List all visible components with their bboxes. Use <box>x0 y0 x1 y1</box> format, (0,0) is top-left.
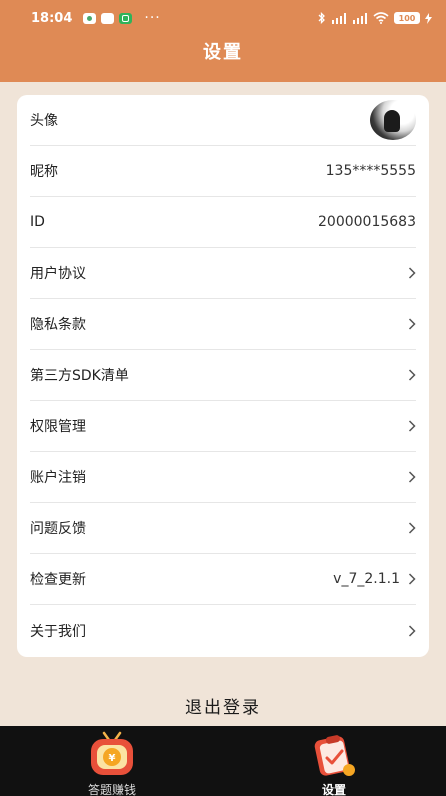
tab-settings[interactable]: 设置 <box>274 726 394 796</box>
signal-icon-2 <box>353 12 367 24</box>
id-label: ID <box>30 214 45 230</box>
status-time: 18:04 <box>31 10 73 26</box>
chevron-right-icon <box>408 420 416 432</box>
tab-quiz[interactable]: ¥ 答题赚钱 <box>52 726 172 796</box>
tv-coin-icon: ¥ <box>91 731 133 775</box>
top-header: 18:04 ··· 100 设置 <box>0 0 446 82</box>
chevron-right-icon <box>408 624 416 637</box>
chevron-right-icon <box>408 267 416 279</box>
avatar[interactable] <box>370 100 416 140</box>
user-agreement-label: 用户协议 <box>30 266 86 282</box>
user-agreement-row[interactable]: 用户协议 <box>30 248 416 299</box>
chevron-right-icon <box>408 573 416 585</box>
signal-icon <box>332 12 346 24</box>
tab-quiz-label: 答题赚钱 <box>87 783 136 796</box>
about-us-row[interactable]: 关于我们 <box>30 605 416 656</box>
chevron-right-icon <box>408 318 416 330</box>
charging-icon <box>425 12 432 24</box>
bluetooth-icon <box>318 12 325 24</box>
id-value: 20000015683 <box>318 214 416 230</box>
feedback-label: 问题反馈 <box>30 521 86 537</box>
chevron-right-icon <box>408 369 416 381</box>
avatar-label: 头像 <box>30 113 58 129</box>
svg-text:¥: ¥ <box>109 753 116 764</box>
tab-settings-label: 设置 <box>321 783 346 796</box>
battery-level: 100 <box>398 13 416 23</box>
app-notification-icon <box>83 12 97 24</box>
gallery-notification-icon <box>101 12 115 24</box>
id-row: ID 20000015683 <box>30 197 416 248</box>
chevron-right-icon <box>408 522 416 534</box>
privacy-policy-row[interactable]: 隐私条款 <box>30 299 416 350</box>
about-us-label: 关于我们 <box>30 623 86 640</box>
nickname-value: 135****5555 <box>325 163 416 179</box>
sdk-list-row[interactable]: 第三方SDK清单 <box>30 350 416 401</box>
bottom-tab-bar: ¥ 答题赚钱 设置 <box>0 726 446 796</box>
battery-icon: 100 <box>394 12 420 24</box>
nickname-row[interactable]: 昵称 135****5555 <box>30 146 416 197</box>
app-version: v_7_2.1.1 <box>333 571 400 587</box>
page-title: 设置 <box>203 42 243 63</box>
wifi-icon <box>373 12 389 24</box>
sdk-list-label: 第三方SDK清单 <box>30 368 129 384</box>
more-notifications-icon: ··· <box>144 10 161 26</box>
account-cancel-label: 账户注销 <box>30 470 86 486</box>
feedback-row[interactable]: 问题反馈 <box>30 503 416 554</box>
check-update-row[interactable]: 检查更新 v_7_2.1.1 <box>30 554 416 605</box>
permissions-row[interactable]: 权限管理 <box>30 401 416 452</box>
logout-button[interactable]: 退出登录 <box>0 693 446 718</box>
chevron-right-icon <box>408 471 416 483</box>
settings-card: 头像 昵称 135****5555 ID 20000015683 用户协议 隐私… <box>17 95 429 657</box>
status-bar: 18:04 ··· 100 <box>0 0 446 36</box>
account-cancel-row[interactable]: 账户注销 <box>30 452 416 503</box>
phone-notification-icon <box>119 12 133 24</box>
check-update-label: 检查更新 <box>30 572 86 588</box>
privacy-policy-label: 隐私条款 <box>30 317 86 333</box>
nickname-label: 昵称 <box>30 164 58 180</box>
avatar-row[interactable]: 头像 <box>30 95 416 146</box>
clipboard-settings-icon <box>314 735 355 776</box>
permissions-label: 权限管理 <box>30 419 86 435</box>
